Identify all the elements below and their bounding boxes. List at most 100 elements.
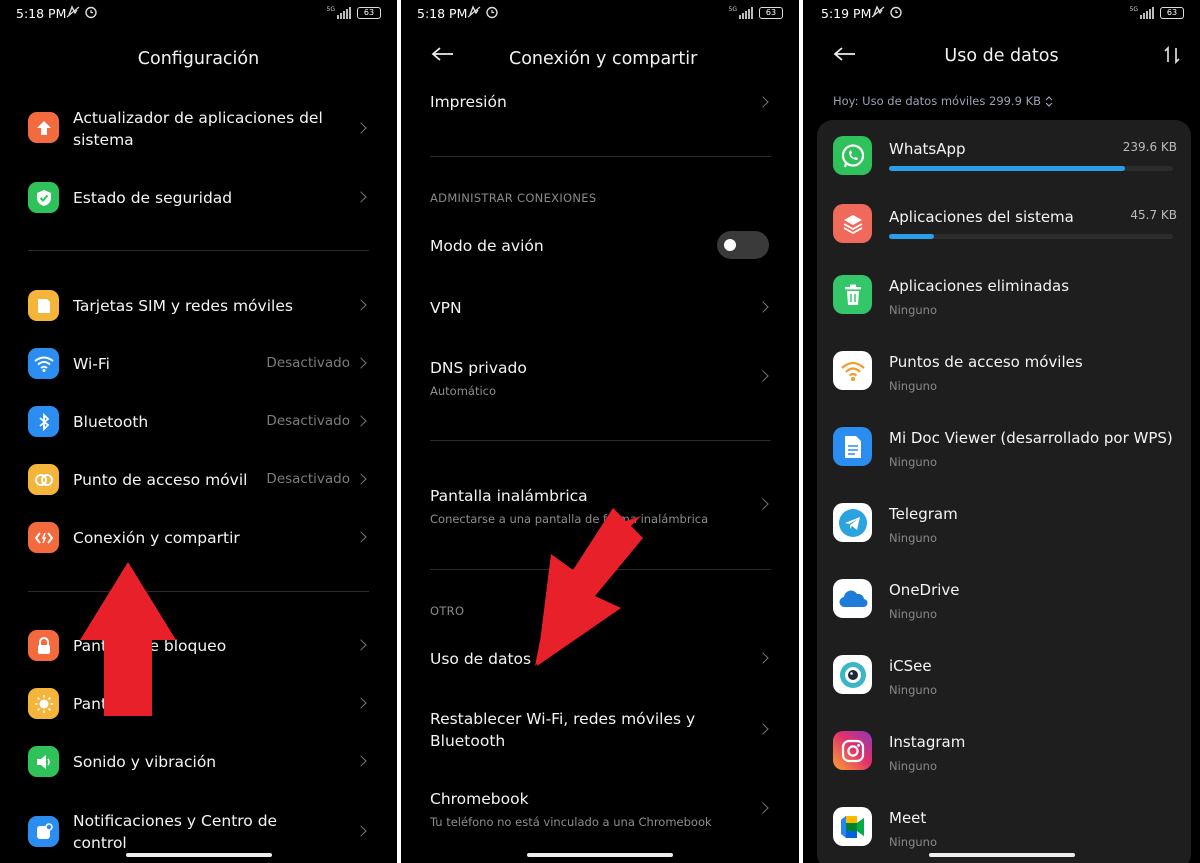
hotspot-icon bbox=[28, 464, 59, 495]
chevron-right-icon bbox=[355, 299, 367, 311]
layers-icon bbox=[833, 204, 872, 243]
chevron-right-icon bbox=[757, 652, 769, 664]
page-title: Configuración bbox=[137, 49, 260, 69]
app-usage-text: Ninguno bbox=[889, 607, 937, 621]
expand-icon bbox=[1045, 95, 1053, 107]
wireless-display-item[interactable]: Pantalla inalámbrica Conectarse a una pa… bbox=[401, 480, 799, 530]
usage-bar-fill bbox=[889, 234, 935, 239]
status-right: 5G 63 bbox=[1130, 7, 1184, 19]
trash-icon bbox=[833, 275, 872, 314]
list-item[interactable]: WhatsApp 239.6 KB bbox=[817, 134, 1191, 180]
status-icons bbox=[467, 5, 499, 19]
vpn-item[interactable]: VPN bbox=[401, 290, 799, 326]
chevron-right-icon bbox=[355, 531, 367, 543]
list-item[interactable]: Instagram Ninguno bbox=[817, 730, 1191, 776]
settings-item-security[interactable]: Estado de seguridad bbox=[0, 180, 397, 216]
settings-item-notifications[interactable]: Notificaciones y Centro de control bbox=[0, 806, 397, 858]
connection-sharing-screen: 5:18 PM 5G 63 Conexión y compartir Impre… bbox=[401, 0, 799, 863]
settings-item-connection-sharing[interactable]: Conexión y compartir bbox=[0, 520, 397, 556]
app-name: Telegram bbox=[889, 505, 958, 523]
private-dns-item[interactable]: DNS privado Automático bbox=[401, 352, 799, 402]
today-usage-selector[interactable]: Hoy: Uso de datos móviles 299.9 KB bbox=[833, 94, 1053, 108]
settings-item-hotspot[interactable]: Punto de acceso móvil Desactivado bbox=[0, 462, 397, 498]
settings-item-lock-screen[interactable]: Pantalla de bloqueo bbox=[0, 628, 397, 664]
private-dns-label: DNS privado bbox=[430, 359, 527, 377]
sim-card-icon bbox=[28, 290, 59, 321]
app-name: OneDrive bbox=[889, 581, 960, 599]
chevron-right-icon bbox=[355, 122, 367, 134]
settings-item-label: Pantalla de bloqueo bbox=[73, 637, 227, 655]
settings-item-label: Estado de seguridad bbox=[73, 189, 233, 207]
status-icons bbox=[66, 5, 98, 19]
home-indicator[interactable] bbox=[929, 853, 1075, 857]
home-indicator[interactable] bbox=[527, 853, 673, 857]
settings-item-sound[interactable]: Sonido y vibración bbox=[0, 744, 397, 780]
settings-item-bluetooth[interactable]: Bluetooth Desactivado bbox=[0, 404, 397, 440]
signal-icon: 5G bbox=[327, 7, 351, 19]
divider bbox=[430, 440, 771, 441]
chevron-right-icon bbox=[757, 370, 769, 382]
list-item[interactable]: Telegram Ninguno bbox=[817, 502, 1191, 548]
settings-item-label: Tarjetas SIM y redes móviles bbox=[73, 297, 293, 315]
settings-item-label: Bluetooth bbox=[73, 413, 149, 431]
list-item[interactable]: Aplicaciones del sistema 45.7 KB bbox=[817, 202, 1191, 248]
chromebook-status: Tu teléfono no está vinculado a una Chro… bbox=[430, 815, 712, 829]
home-indicator[interactable] bbox=[126, 853, 272, 857]
app-data-size: 239.6 KB bbox=[1122, 140, 1177, 154]
settings-item-wifi[interactable]: Wi-Fi Desactivado bbox=[0, 346, 397, 382]
battery-icon: 63 bbox=[759, 7, 783, 19]
back-arrow-icon[interactable] bbox=[431, 46, 455, 62]
settings-screen: 5:18 PM 5G 63 Configuración Actualizador… bbox=[0, 0, 397, 863]
chromebook-label: Chromebook bbox=[430, 790, 529, 808]
settings-item-app-updater[interactable]: Actualizador de aplicaciones del sistema bbox=[0, 104, 397, 160]
chevron-right-icon bbox=[355, 473, 367, 485]
list-item[interactable]: OneDrive Ninguno bbox=[817, 578, 1191, 624]
list-item[interactable]: Puntos de acceso móviles Ninguno bbox=[817, 350, 1191, 396]
divider bbox=[430, 569, 771, 570]
status-time: 5:18 PM bbox=[417, 6, 468, 21]
chevron-right-icon bbox=[757, 96, 769, 108]
list-item[interactable]: Mi Doc Viewer (desarrollado por WPS) Nin… bbox=[817, 426, 1191, 472]
airplane-mode-toggle[interactable] bbox=[717, 231, 769, 259]
list-item[interactable]: Aplicaciones eliminadas Ninguno bbox=[817, 274, 1191, 320]
data-usage-item[interactable]: Uso de datos bbox=[401, 641, 799, 677]
reset-network-item[interactable]: Restablecer Wi-Fi, redes móviles y Bluet… bbox=[401, 706, 799, 756]
speaker-icon bbox=[28, 746, 59, 777]
app-name: Aplicaciones del sistema bbox=[889, 208, 1074, 226]
settings-item-sim[interactable]: Tarjetas SIM y redes móviles bbox=[0, 288, 397, 324]
printing-item[interactable]: Impresión bbox=[401, 86, 799, 120]
instagram-icon bbox=[833, 731, 872, 770]
status-bar: 5:19 PM 5G 63 bbox=[803, 4, 1200, 26]
chromebook-item[interactable]: Chromebook Tu teléfono no está vinculado… bbox=[401, 784, 799, 834]
chevron-right-icon bbox=[355, 825, 367, 837]
list-item[interactable]: iCSee Ninguno bbox=[817, 654, 1191, 700]
settings-item-label: Notificaciones y Centro de control bbox=[73, 812, 278, 852]
share-icon bbox=[28, 522, 59, 553]
section-header-other: OTRO bbox=[430, 604, 465, 618]
settings-item-display[interactable]: Pantalla bbox=[0, 686, 397, 722]
app-name: Aplicaciones eliminadas bbox=[889, 277, 1070, 295]
signal-icon: 5G bbox=[729, 7, 753, 19]
alarm-icon bbox=[890, 6, 902, 19]
usage-bar bbox=[889, 166, 1173, 171]
status-right: 5G 63 bbox=[729, 7, 783, 19]
video-call-icon bbox=[833, 807, 872, 846]
airplane-mode-item[interactable]: Modo de avión bbox=[401, 228, 799, 264]
private-dns-value: Automático bbox=[430, 384, 497, 398]
reset-network-label: Restablecer Wi-Fi, redes móviles y Bluet… bbox=[430, 710, 696, 750]
app-usage-text: Ninguno bbox=[889, 379, 937, 393]
app-usage-text: Ninguno bbox=[889, 835, 937, 849]
app-usage-text: Ninguno bbox=[889, 303, 937, 317]
list-item[interactable]: Meet Ninguno bbox=[817, 806, 1191, 852]
sort-icon[interactable] bbox=[1164, 46, 1180, 64]
settings-item-label: Wi-Fi bbox=[73, 355, 110, 373]
sun-icon bbox=[28, 688, 59, 719]
usage-bar-fill bbox=[889, 166, 1125, 171]
no-sound-icon bbox=[871, 5, 885, 18]
no-sound-icon bbox=[66, 5, 80, 18]
settings-item-label: Punto de acceso móvil bbox=[73, 471, 248, 489]
settings-item-label: Sonido y vibración bbox=[73, 753, 217, 771]
settings-item-value: Desactivado bbox=[266, 471, 350, 487]
chevron-right-icon bbox=[355, 415, 367, 427]
wireless-display-description: Conectarse a una pantalla de forma inalá… bbox=[430, 512, 709, 526]
